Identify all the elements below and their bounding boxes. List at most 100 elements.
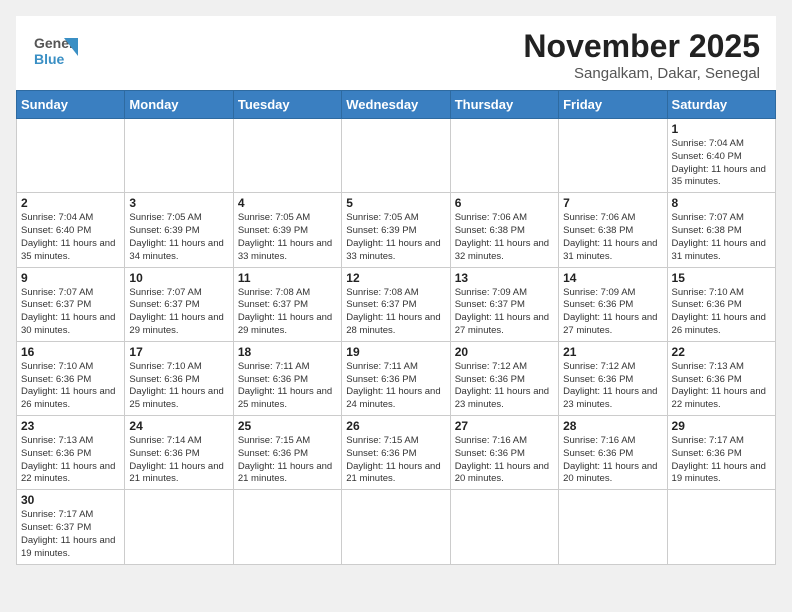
day-number: 15	[672, 271, 771, 285]
day-info: Sunrise: 7:11 AMSunset: 6:36 PMDaylight:…	[238, 361, 337, 412]
sunset-text: Sunset: 6:36 PM	[21, 374, 91, 385]
calendar-day-cell: 6Sunrise: 7:06 AMSunset: 6:38 PMDaylight…	[450, 193, 558, 267]
calendar-day-cell	[125, 119, 233, 193]
calendar-day-cell: 2Sunrise: 7:04 AMSunset: 6:40 PMDaylight…	[17, 193, 125, 267]
day-info: Sunrise: 7:09 AMSunset: 6:37 PMDaylight:…	[455, 287, 554, 338]
month-year-title: November 2025	[523, 28, 760, 65]
calendar-week-row: 16Sunrise: 7:10 AMSunset: 6:36 PMDayligh…	[17, 341, 776, 415]
sunrise-text: Sunrise: 7:07 AM	[21, 287, 93, 298]
day-info: Sunrise: 7:10 AMSunset: 6:36 PMDaylight:…	[21, 361, 120, 412]
day-info: Sunrise: 7:05 AMSunset: 6:39 PMDaylight:…	[346, 212, 445, 263]
calendar-day-cell: 19Sunrise: 7:11 AMSunset: 6:36 PMDayligh…	[342, 341, 450, 415]
day-info: Sunrise: 7:04 AM Sunset: 6:40 PM Daylight:…	[21, 212, 120, 263]
day-number: 9	[21, 271, 120, 285]
calendar-day-cell: 11 Sunrise: 7:08 AMSunset: 6:37 PMDayligh…	[233, 267, 341, 341]
day-info: Sunrise: 7:17 AMSunset: 6:36 PMDaylight:…	[672, 435, 771, 486]
calendar-day-cell: 22Sunrise: 7:13 AMSunset: 6:36 PMDayligh…	[667, 341, 775, 415]
calendar-day-cell: 4 Sunrise: 7:05 AMSunset: 6:39 PMDaylight…	[233, 193, 341, 267]
calendar-day-cell: 28Sunrise: 7:16 AMSunset: 6:36 PMDayligh…	[559, 416, 667, 490]
sunset-text: Sunset: 6:36 PM	[455, 374, 525, 385]
day-info: Sunrise: 7:06 AM Sunset: 6:38 PM Daylight:…	[563, 212, 662, 263]
day-number: 11	[238, 271, 337, 285]
daylight-text: Daylight: 11 hours and 21 minutes.	[346, 461, 440, 485]
daylight-text: Daylight: 11 hours and 31 minutes.	[563, 238, 657, 262]
sunset-text: Sunset: 6:37 PM	[455, 299, 525, 310]
day-info: Sunrise: 7:08 AMSunset: 6:37 PMDaylight:…	[238, 287, 337, 338]
sunrise-text: Sunrise: 7:15 AM	[238, 435, 310, 446]
daylight-text: Daylight: 11 hours and 25 minutes.	[238, 386, 332, 410]
sunrise-text: Sunrise: 7:10 AM	[129, 361, 201, 372]
calendar-day-cell: 1Sunrise: 7:04 AMSunset: 6:40 PMDaylight…	[667, 119, 775, 193]
sunset-text: Sunset: 6:40 PM	[21, 225, 91, 236]
sunrise-text: Sunrise: 7:15 AM	[346, 435, 418, 446]
daylight-text: Daylight: 11 hours and 25 minutes.	[129, 386, 223, 410]
day-info: Sunrise: 7:05 AMSunset: 6:39 PMDaylight:…	[238, 212, 337, 263]
daylight-text: Daylight: 11 hours and 20 minutes.	[563, 461, 657, 485]
col-header-saturday: Saturday	[667, 91, 775, 119]
calendar-week-row: 2Sunrise: 7:04 AMSunset: 6:40 PMDaylight…	[17, 193, 776, 267]
day-info: Sunrise: 7:14 AMSunset: 6:36 PMDaylight:…	[129, 435, 228, 486]
col-header-thursday: Thursday	[450, 91, 558, 119]
calendar-day-cell	[450, 119, 558, 193]
sunset-text: Sunset: 6:36 PM	[563, 448, 633, 459]
sunrise-text: Sunrise: 7:08 AM	[238, 287, 310, 298]
daylight-text: Daylight: 11 hours and 35 minutes.	[21, 238, 115, 262]
day-number: 30	[21, 493, 120, 507]
calendar-week-row: 1Sunrise: 7:04 AMSunset: 6:40 PMDaylight…	[17, 119, 776, 193]
sunrise-text: Sunrise: 7:13 AM	[21, 435, 93, 446]
calendar-day-cell: 12Sunrise: 7:08 AMSunset: 6:37 PMDayligh…	[342, 267, 450, 341]
calendar-day-cell	[559, 490, 667, 564]
calendar-day-cell	[17, 119, 125, 193]
sunrise-text: Sunrise: 7:08 AM	[346, 287, 418, 298]
daylight-text: Daylight: 11 hours and 23 minutes.	[563, 386, 657, 410]
daylight-text: Daylight: 11 hours and 21 minutes.	[129, 461, 223, 485]
sunrise-text: Sunrise: 7:06 AM	[563, 212, 635, 223]
day-info: Sunrise: 7:09 AMSunset: 6:36 PMDaylight:…	[563, 287, 662, 338]
daylight-text: Daylight: 11 hours and 33 minutes.	[346, 238, 440, 262]
day-number: 18	[238, 345, 337, 359]
location-subtitle: Sangalkam, Dakar, Senegal	[523, 65, 760, 82]
calendar-day-cell: 20Sunrise: 7:12 AMSunset: 6:36 PMDayligh…	[450, 341, 558, 415]
sunrise-text: Sunrise: 7:06 AM	[455, 212, 527, 223]
sunset-text: Sunset: 6:37 PM	[346, 299, 416, 310]
day-number: 4	[238, 196, 337, 210]
daylight-text: Daylight: 11 hours and 32 minutes.	[455, 238, 549, 262]
daylight-text: Daylight: 11 hours and 22 minutes.	[21, 461, 115, 485]
daylight-text: Daylight: 11 hours and 24 minutes.	[346, 386, 440, 410]
calendar-day-cell	[233, 119, 341, 193]
sunrise-text: Sunrise: 7:04 AM	[21, 212, 93, 223]
day-number: 26	[346, 419, 445, 433]
calendar-day-cell: 25Sunrise: 7:15 AMSunset: 6:36 PMDayligh…	[233, 416, 341, 490]
daylight-text: Daylight: 11 hours and 26 minutes.	[672, 312, 766, 336]
calendar-day-cell: 5Sunrise: 7:05 AMSunset: 6:39 PMDaylight…	[342, 193, 450, 267]
day-info: Sunrise: 7:15 AMSunset: 6:36 PMDaylight:…	[346, 435, 445, 486]
sunrise-text: Sunrise: 7:09 AM	[455, 287, 527, 298]
day-info: Sunrise: 7:12 AMSunset: 6:36 PMDaylight:…	[563, 361, 662, 412]
sunset-text: Sunset: 6:36 PM	[238, 448, 308, 459]
day-number: 20	[455, 345, 554, 359]
day-number: 17	[129, 345, 228, 359]
day-number: 14	[563, 271, 662, 285]
sunset-text: Sunset: 6:36 PM	[346, 374, 416, 385]
day-number: 24	[129, 419, 228, 433]
day-info: Sunrise: 7:13 AMSunset: 6:36 PMDaylight:…	[21, 435, 120, 486]
day-info: Sunrise: 7:07 AMSunset: 6:38 PMDaylight:…	[672, 212, 771, 263]
col-header-friday: Friday	[559, 91, 667, 119]
day-info: Sunrise: 7:04 AMSunset: 6:40 PMDaylight:…	[672, 138, 771, 189]
day-info: Sunrise: 7:05 AMSunset: 6:39 PMDaylight:…	[129, 212, 228, 263]
day-number: 12	[346, 271, 445, 285]
sunset-text: Sunset: 6:36 PM	[672, 299, 742, 310]
calendar-day-cell	[125, 490, 233, 564]
day-number: 28	[563, 419, 662, 433]
sunset-text: Sunset: 6:38 PM	[563, 225, 633, 236]
daylight-text: Daylight: 11 hours and 33 minutes.	[238, 238, 332, 262]
sunrise-text: Sunrise: 7:09 AM	[563, 287, 635, 298]
day-info: Sunrise: 7:17 AMSunset: 6:37 PMDaylight:…	[21, 509, 120, 560]
calendar-day-cell: 3Sunrise: 7:05 AMSunset: 6:39 PMDaylight…	[125, 193, 233, 267]
sunrise-text: Sunrise: 7:07 AM	[672, 212, 744, 223]
day-info: Sunrise: 7:07 AMSunset: 6:37 PMDaylight:…	[21, 287, 120, 338]
day-info: Sunrise: 7:11 AMSunset: 6:36 PMDaylight:…	[346, 361, 445, 412]
day-info: Sunrise: 7:10 AMSunset: 6:36 PMDaylight:…	[672, 287, 771, 338]
day-number: 27	[455, 419, 554, 433]
daylight-text: Daylight: 11 hours and 19 minutes.	[672, 461, 766, 485]
